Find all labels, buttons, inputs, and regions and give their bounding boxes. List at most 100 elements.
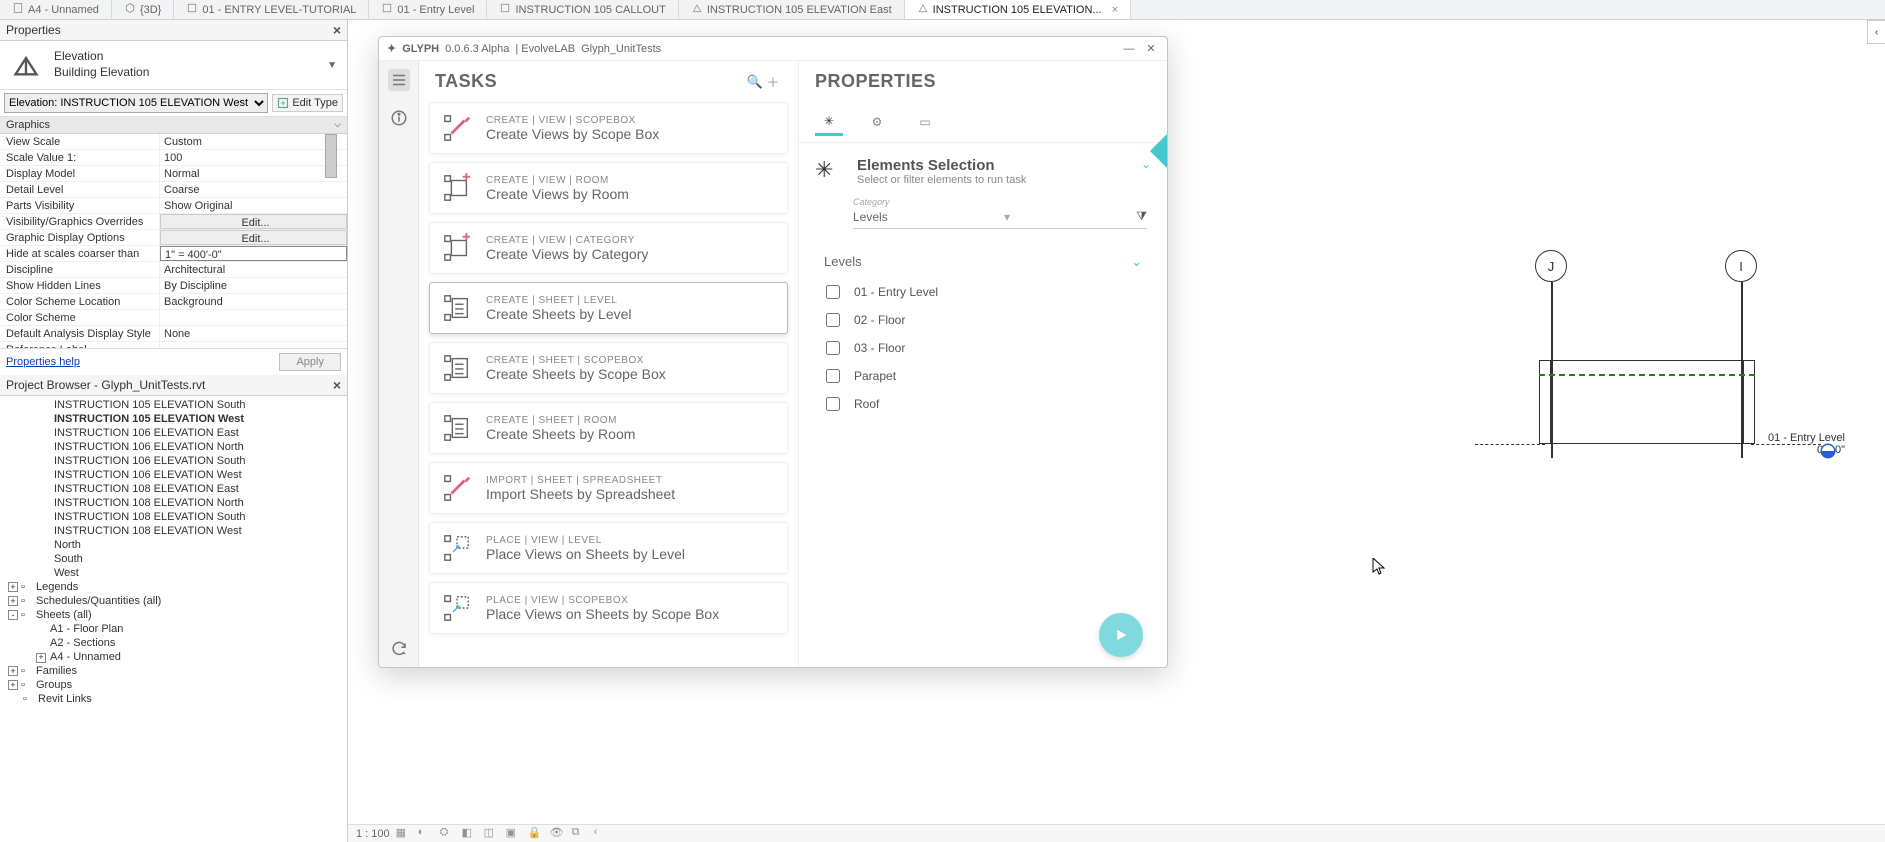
task-card[interactable]: CREATE | VIEW | SCOPEBOXCreate Views by … xyxy=(429,102,788,154)
view-tab[interactable]: INSTRUCTION 105 ELEVATION East xyxy=(679,0,905,19)
property-value[interactable]: Edit... xyxy=(160,230,347,245)
output-tab-icon[interactable]: ▭ xyxy=(911,108,939,136)
property-value[interactable]: 1" = 400'-0" xyxy=(160,246,347,261)
task-card[interactable]: CREATE | SHEET | ROOMCreate Sheets by Ro… xyxy=(429,402,788,454)
minimize-icon[interactable]: — xyxy=(1121,43,1137,55)
add-icon[interactable]: ＋ xyxy=(764,72,782,91)
chevron-down-icon[interactable]: ⌄ xyxy=(1131,254,1142,270)
property-value[interactable]: Show Original xyxy=(160,198,347,213)
chevron-down-icon[interactable]: ▼ xyxy=(323,56,341,75)
selection-tab-icon[interactable]: ✳ xyxy=(815,108,843,136)
property-row[interactable]: Scale Value 1:100 xyxy=(0,150,347,166)
tree-view-item[interactable]: INSTRUCTION 108 ELEVATION South xyxy=(0,510,347,524)
view-tab[interactable]: {3D} xyxy=(112,0,174,19)
levels-expander[interactable]: Levels ⌄ xyxy=(820,246,1146,278)
property-value[interactable]: Architectural xyxy=(160,262,347,277)
instance-selector[interactable]: Elevation: INSTRUCTION 105 ELEVATION Wes… xyxy=(4,93,268,113)
level-checkbox-item[interactable]: 03 - Floor xyxy=(820,334,1146,362)
tree-category[interactable]: ▫Revit Links xyxy=(0,692,347,706)
view-tab[interactable]: INSTRUCTION 105 CALLOUT xyxy=(487,0,678,19)
tree-view-item[interactable]: INSTRUCTION 108 ELEVATION West xyxy=(0,524,347,538)
task-card[interactable]: CREATE | VIEW | ROOMCreate Views by Room xyxy=(429,162,788,214)
rail-info-icon[interactable] xyxy=(388,107,410,129)
grid-marker-left[interactable]: J xyxy=(1535,250,1567,282)
sun-path-icon[interactable]: ⛭ xyxy=(440,826,456,842)
tree-view-item[interactable]: INSTRUCTION 106 ELEVATION East xyxy=(0,426,347,440)
checkbox[interactable] xyxy=(826,397,840,411)
property-row[interactable]: Reference Label xyxy=(0,342,347,348)
tree-view-item[interactable]: North xyxy=(0,538,347,552)
view-tab[interactable]: INSTRUCTION 105 ELEVATION...× xyxy=(905,0,1131,19)
property-value[interactable]: Custom xyxy=(160,134,347,149)
property-row[interactable]: Display ModelNormal xyxy=(0,166,347,182)
graphics-section-header[interactable]: Graphics ⌵ xyxy=(0,117,347,134)
checkbox[interactable] xyxy=(826,313,840,327)
properties-help-link[interactable]: Properties help xyxy=(6,356,80,368)
crop-region-icon[interactable]: ▣ xyxy=(506,826,522,842)
property-value[interactable]: Normal xyxy=(160,166,347,181)
tree-view-item[interactable]: INSTRUCTION 105 ELEVATION South xyxy=(0,398,347,412)
search-icon[interactable]: 🔍 xyxy=(746,74,764,90)
side-expander[interactable]: ‹ xyxy=(1867,20,1885,44)
property-row[interactable]: Default Analysis Display StyleNone xyxy=(0,326,347,342)
property-row[interactable]: DisciplineArchitectural xyxy=(0,262,347,278)
tree-category[interactable]: +▫Schedules/Quantities (all) xyxy=(0,594,347,608)
rail-refresh-icon[interactable] xyxy=(388,637,410,659)
property-row[interactable]: Color Scheme xyxy=(0,310,347,326)
expand-icon[interactable]: + xyxy=(8,596,18,606)
tree-view-item[interactable]: INSTRUCTION 106 ELEVATION West xyxy=(0,468,347,482)
property-row[interactable]: Detail LevelCoarse xyxy=(0,182,347,198)
run-button[interactable] xyxy=(1099,613,1143,657)
shadows-icon[interactable]: ◧ xyxy=(462,826,478,842)
filter-icon[interactable]: ⧩ xyxy=(1136,209,1147,224)
property-value[interactable]: Edit... xyxy=(160,214,347,229)
expand-icon[interactable]: + xyxy=(8,680,18,690)
tree-category[interactable]: +▫Families xyxy=(0,664,347,678)
close-icon[interactable]: × xyxy=(1112,4,1118,16)
property-row[interactable]: Parts VisibilityShow Original xyxy=(0,198,347,214)
model-graphics-icon[interactable]: ▦ xyxy=(396,826,412,842)
settings-tab-icon[interactable]: ⚙ xyxy=(863,108,891,136)
level-checkbox-item[interactable]: 01 - Entry Level xyxy=(820,278,1146,306)
level-checkbox-item[interactable]: 02 - Floor xyxy=(820,306,1146,334)
checkbox[interactable] xyxy=(826,285,840,299)
close-icon[interactable]: × xyxy=(333,22,341,38)
tree-sheet-item[interactable]: +A4 - Unnamed xyxy=(0,650,347,664)
tree-sheet-item[interactable]: A2 - Sections xyxy=(0,636,347,650)
property-row[interactable]: Hide at scales coarser than1" = 400'-0" xyxy=(0,246,347,262)
property-value[interactable] xyxy=(160,310,347,325)
task-card[interactable]: IMPORT | SHEET | SPREADSHEETImport Sheet… xyxy=(429,462,788,514)
tree-view-item[interactable]: INSTRUCTION 106 ELEVATION South xyxy=(0,454,347,468)
tree-view-item[interactable]: INSTRUCTION 105 ELEVATION West xyxy=(0,412,347,426)
tree-sheet-item[interactable]: A1 - Floor Plan xyxy=(0,622,347,636)
mini-expand-icon[interactable]: ⌵ xyxy=(334,119,341,131)
tree-category[interactable]: +▫Groups xyxy=(0,678,347,692)
tree-category[interactable]: +▫Legends xyxy=(0,580,347,594)
crop-view-icon[interactable]: ◫ xyxy=(484,826,500,842)
property-row[interactable]: View ScaleCustom xyxy=(0,134,347,150)
level-checkbox-item[interactable]: Roof xyxy=(820,390,1146,418)
expand-icon[interactable]: + xyxy=(8,666,18,676)
close-icon[interactable]: × xyxy=(333,377,341,393)
expand-icon[interactable]: - xyxy=(8,610,18,620)
apply-button[interactable]: Apply xyxy=(279,353,341,371)
property-value[interactable]: Background xyxy=(160,294,347,309)
property-row[interactable]: Graphic Display OptionsEdit... xyxy=(0,230,347,246)
lock-icon[interactable]: 🔒 xyxy=(528,826,544,842)
expand-icon[interactable]: + xyxy=(36,653,46,663)
grid-marker-right[interactable]: I xyxy=(1725,250,1757,282)
temp-hide-icon[interactable]: 👁 xyxy=(550,826,566,842)
view-tab[interactable]: 01 - Entry Level xyxy=(369,0,487,19)
tree-view-item[interactable]: INSTRUCTION 106 ELEVATION North xyxy=(0,440,347,454)
property-value[interactable] xyxy=(160,342,347,348)
tree-view-item[interactable]: INSTRUCTION 108 ELEVATION East xyxy=(0,482,347,496)
expand-icon[interactable]: + xyxy=(8,582,18,592)
drawing-canvas[interactable]: ‹ ✦ GLYPH 0.0.6.3 Alpha | EvolveLAB Glyp… xyxy=(348,20,1885,842)
close-icon[interactable]: ✕ xyxy=(1143,42,1159,55)
property-row[interactable]: Visibility/Graphics OverridesEdit... xyxy=(0,214,347,230)
property-value[interactable]: By Discipline xyxy=(160,278,347,293)
chevron-down-icon[interactable]: ⌄ xyxy=(1141,157,1151,171)
tree-view-item[interactable]: South xyxy=(0,552,347,566)
view-tab[interactable]: 01 - ENTRY LEVEL-TUTORIAL xyxy=(174,0,369,19)
project-browser-tree[interactable]: INSTRUCTION 105 ELEVATION SouthINSTRUCTI… xyxy=(0,396,347,842)
